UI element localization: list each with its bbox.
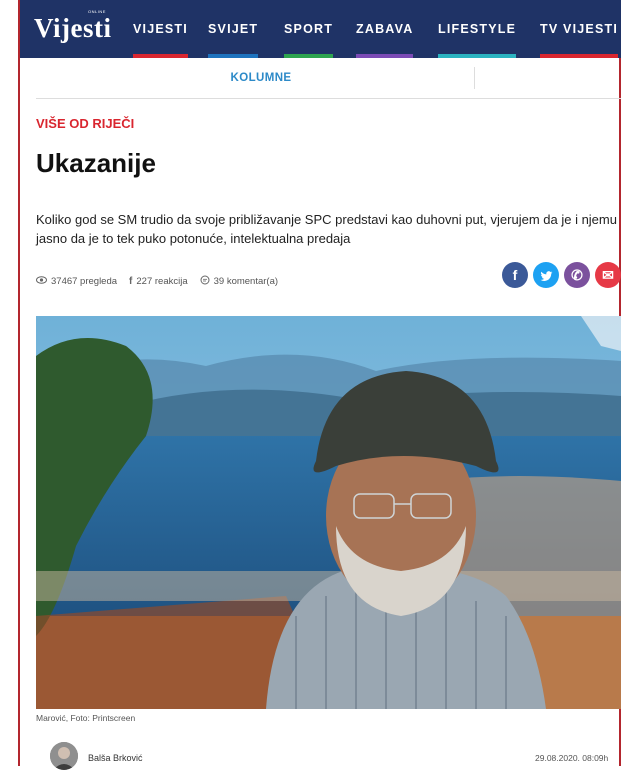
eye-icon [36, 275, 47, 287]
viber-share-button[interactable]: ✆ [564, 262, 590, 288]
article-stats: 37467 pregleda f 227 reakcija 39 komentar… [36, 273, 290, 289]
site-logo[interactable]: Vijesti [34, 13, 111, 44]
subnav-divider [474, 67, 475, 89]
article-photo [36, 316, 621, 709]
photo-caption: Marović, Foto: Printscreen [36, 713, 136, 723]
publish-date: 29.08.2020. 08:09h [535, 753, 609, 763]
logo-tag: ONLINE [88, 9, 106, 14]
article-lead: Koliko god se SM trudio da svoje približ… [36, 212, 617, 246]
reactions-count: f 227 reakcija [129, 275, 188, 287]
comment-icon [200, 275, 210, 288]
twitter-share-button[interactable] [533, 262, 559, 288]
page-frame-left [18, 0, 20, 766]
nav-item-sport[interactable]: SPORT [284, 0, 334, 58]
views-count: 37467 pregleda [36, 276, 117, 287]
nav-item-lifestyle[interactable]: LIFESTYLE [438, 0, 517, 58]
twitter-icon [540, 267, 553, 283]
nav-item-tv-vijesti[interactable]: TV VIJESTI [540, 0, 618, 58]
viber-icon: ✆ [571, 267, 583, 283]
nav-item-vijesti[interactable]: VIJESTI [133, 0, 188, 58]
article-title: Ukazanije [36, 148, 156, 178]
email-share-button[interactable]: ✉ [595, 262, 621, 288]
photo-image [36, 316, 621, 709]
article-category[interactable]: VIŠE OD RIJEČI [36, 116, 134, 131]
author-name[interactable]: Balša Brković [88, 753, 143, 763]
nav-item-svijet[interactable]: SVIJET [208, 0, 259, 58]
comments-count[interactable]: 39 komentar(a) [200, 275, 278, 288]
facebook-share-button[interactable]: f [502, 262, 528, 288]
facebook-small-icon: f [129, 275, 133, 287]
nav-item-zabava[interactable]: ZABAVA [356, 0, 414, 58]
email-icon: ✉ [602, 267, 614, 283]
sub-navigation: KOLUMNE [36, 58, 621, 99]
top-navigation: Vijesti ONLINE VIJESTI SVIJET SPORT ZABA… [20, 0, 621, 58]
facebook-icon: f [512, 267, 518, 283]
subnav-item-kolumne[interactable]: KOLUMNE [228, 58, 294, 98]
